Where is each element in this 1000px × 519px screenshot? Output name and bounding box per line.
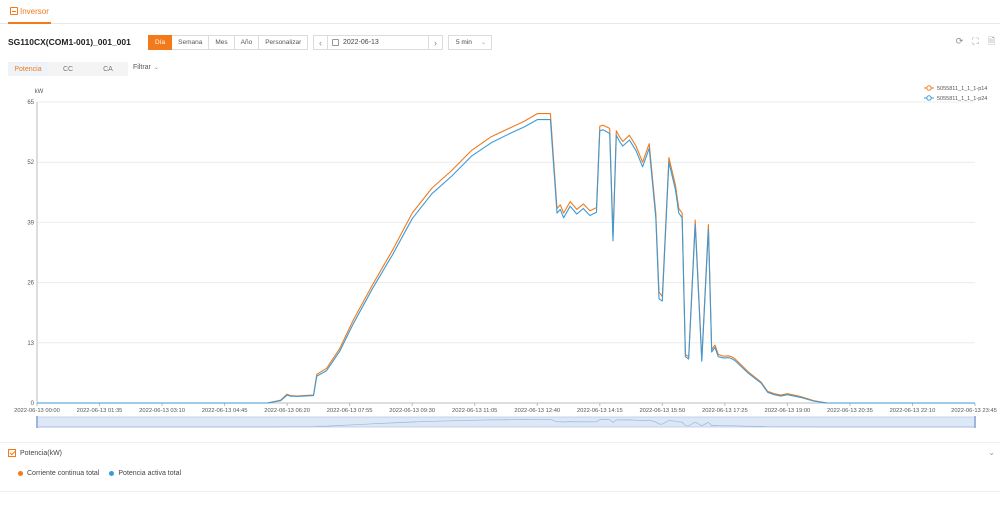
- date-input[interactable]: 2022-06-13: [343, 39, 379, 46]
- period-day-button[interactable]: Día: [148, 35, 173, 50]
- subtab-potencia[interactable]: Potencia: [8, 62, 48, 76]
- y-tick-label: 0: [31, 401, 35, 407]
- legend-marker: [926, 95, 932, 101]
- x-tick-label: 2022-06-13 12:40: [514, 408, 560, 414]
- chevron-down-icon[interactable]: ⌄: [988, 448, 995, 457]
- zoom-handle-right[interactable]: [974, 416, 976, 428]
- filter-dropdown[interactable]: Filtrar ⌄: [133, 64, 159, 71]
- chevron-down-icon: ⌄: [480, 40, 486, 46]
- x-tick-label: 2022-06-13 14:15: [577, 408, 623, 414]
- y-tick-label: 39: [27, 220, 34, 226]
- chevron-down-icon: ⌄: [153, 65, 159, 71]
- x-tick-label: 2022-06-13 15:50: [639, 408, 685, 414]
- y-axis-label: kW: [35, 89, 44, 95]
- date-picker: ‹ 2022-06-13 ›: [313, 35, 443, 50]
- interval-select[interactable]: 5 min ⌄: [448, 35, 492, 50]
- x-tick-label: 2022-06-13 17:25: [702, 408, 748, 414]
- y-tick-label: 65: [27, 100, 34, 106]
- previous-date-button[interactable]: ‹: [314, 36, 328, 49]
- x-tick-label: 2022-06-13 07:55: [327, 408, 373, 414]
- panel-legend-item-active[interactable]: Potencia activa total: [109, 470, 181, 477]
- refresh-icon[interactable]: ⟳: [955, 37, 964, 46]
- x-tick-label: 2022-06-13 19:00: [765, 408, 811, 414]
- x-tick-label: 2022-06-13 06:20: [264, 408, 310, 414]
- x-tick-label: 2022-06-13 11:05: [452, 408, 497, 414]
- dot-icon: [18, 471, 23, 476]
- next-date-button[interactable]: ›: [428, 36, 442, 49]
- period-week-button[interactable]: Semana: [172, 35, 210, 50]
- x-tick-label: 2022-06-13 09:30: [389, 408, 435, 414]
- period-month-button[interactable]: Mes: [209, 35, 235, 50]
- x-tick-label: 2022-06-13 03:10: [139, 408, 185, 414]
- period-selector: Día Semana Mes Año Personalizar: [148, 35, 309, 50]
- y-tick-label: 52: [27, 160, 34, 166]
- x-tick-label: 2022-06-13 23:45: [951, 408, 997, 414]
- chart-toolbar: ⟳ ⛶ 🗎: [955, 37, 996, 46]
- top-tab-bar: Inversor: [0, 0, 1000, 24]
- x-tick-label: 2022-06-13 01:35: [77, 408, 123, 414]
- fullscreen-icon[interactable]: ⛶: [971, 37, 980, 46]
- device-title: SG110CX(COM1-001)_001_001: [8, 37, 131, 47]
- period-custom-button[interactable]: Personalizar: [259, 35, 309, 50]
- panel-legend-item-dc[interactable]: Corriente continua total: [18, 470, 99, 477]
- zoom-handle-left[interactable]: [36, 416, 38, 428]
- x-tick-label: 2022-06-13 00:00: [14, 408, 60, 414]
- series-line: [37, 113, 975, 404]
- legend-marker: [926, 85, 932, 91]
- x-tick-label: 2022-06-13 04:45: [202, 408, 248, 414]
- subtab-cc[interactable]: CC: [48, 62, 88, 76]
- dot-icon: [109, 471, 115, 476]
- panel-checkbox[interactable]: [8, 449, 16, 457]
- inverter-icon: [10, 7, 18, 15]
- subtab-ca[interactable]: CA: [88, 62, 128, 76]
- series-panel: Potencia(kW) ⌄ Corriente continua total …: [0, 442, 1000, 492]
- panel-legend: Corriente continua total Potencia activa…: [18, 470, 181, 477]
- legend-label: 5055811_1_1_1-p14: [937, 86, 987, 92]
- x-tick-label: 2022-06-13 22:10: [890, 408, 936, 414]
- export-icon[interactable]: 🗎: [987, 37, 996, 46]
- y-tick-label: 13: [27, 341, 34, 347]
- interval-value: 5 min: [456, 39, 472, 46]
- panel-header[interactable]: Potencia(kW): [8, 449, 62, 457]
- legend-label: 5055811_1_1_1-p24: [937, 96, 987, 102]
- chart-subtabs: Potencia CC CA: [8, 62, 128, 76]
- panel-title: Potencia(kW): [20, 449, 63, 457]
- calendar-icon: [332, 39, 339, 46]
- power-chart-svg: 0 13 26 39 52 65kW 2022-06-13 00:00 2022-06-13 …: [14, 85, 997, 428]
- x-tick-label: 2022-06-13 20:35: [827, 408, 873, 414]
- period-year-button[interactable]: Año: [234, 35, 260, 50]
- panel-legend-label: Potencia activa total: [118, 470, 182, 477]
- zoom-slider: [36, 416, 976, 428]
- panel-legend-label: Corriente continua total: [27, 470, 100, 477]
- y-tick-label: 26: [27, 281, 34, 287]
- tab-inversor[interactable]: Inversor: [8, 0, 51, 24]
- power-chart: 0 13 26 39 52 65 kW 2022-06-13 00:00 2022-06-13 …: [0, 80, 1000, 430]
- filter-label: Filtrar: [133, 64, 151, 71]
- tab-inversor-label: Inversor: [20, 6, 49, 16]
